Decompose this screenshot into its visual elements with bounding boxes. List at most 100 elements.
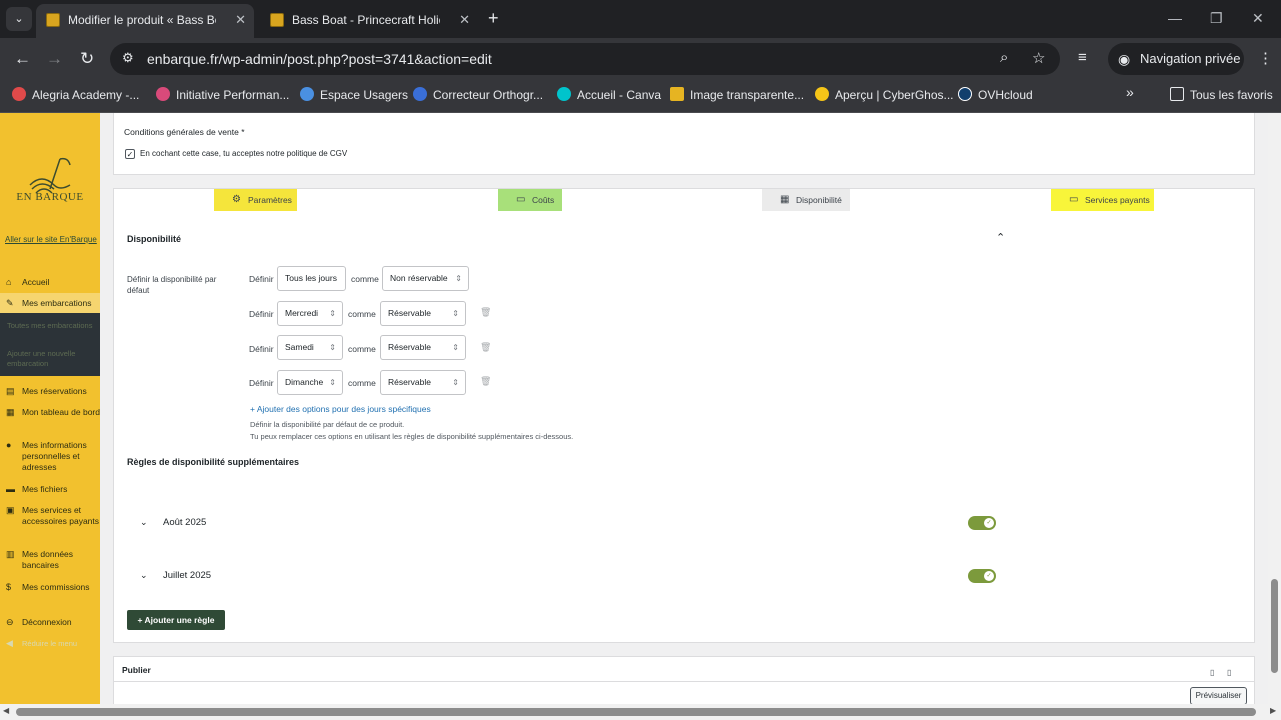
- bookmark-alegria[interactable]: Alegria Academy -...: [12, 87, 139, 102]
- menu-item-tableau-de-bord[interactable]: ▦ Mon tableau de bord: [6, 407, 100, 418]
- day-select[interactable]: Mercredi ⇕: [277, 301, 343, 326]
- close-tab-icon[interactable]: ✕: [459, 4, 470, 36]
- bookmark-correcteur[interactable]: Correcteur Orthogr...: [413, 87, 543, 102]
- menu-item-donnees-bancaires[interactable]: ▥ Mes données bancaires: [6, 549, 100, 571]
- restore-icon[interactable]: ❐: [1210, 10, 1223, 27]
- scroll-right-icon[interactable]: ▶: [1270, 706, 1276, 715]
- status-select[interactable]: Réservable ⇕: [380, 301, 466, 326]
- all-bookmarks-button[interactable]: Tous les favoris: [1170, 87, 1273, 102]
- day-select[interactable]: Samedi ⇕: [277, 335, 343, 360]
- menu-item-informations[interactable]: ● Mes informations personnelles et adress…: [6, 440, 100, 473]
- bookmark-ovhcloud[interactable]: OVHcloud: [958, 87, 1033, 102]
- visit-site-link[interactable]: Aller sur le site En'Barque: [5, 235, 97, 244]
- more-bookmarks-icon[interactable]: »: [1126, 84, 1134, 100]
- tab-title: Bass Boat - Princecraft Holiday: [292, 13, 440, 27]
- product-data-panel: ⚙ Paramètres ▭ Coûts ▦ Disponibilité ▭ Servi…: [113, 188, 1255, 643]
- rule-row-aout[interactable]: ⌄ Août 2025: [140, 517, 206, 528]
- cgv-panel: Conditions générales de vente * ✓ En coc…: [113, 113, 1255, 175]
- vertical-scrollbar[interactable]: [1268, 113, 1281, 704]
- select-arrows-icon: ⇕: [452, 309, 459, 318]
- chevron-down-icon[interactable]: ⌄: [140, 570, 148, 581]
- bookmark-espace-usagers[interactable]: Espace Usagers: [300, 87, 408, 102]
- menu-item-commissions[interactable]: $ Mes commissions: [6, 582, 100, 593]
- rule-row-juillet[interactable]: ⌄ Juillet 2025: [140, 570, 211, 581]
- tab-edit-product[interactable]: Modifier le produit « Bass Boat ✕: [36, 4, 254, 38]
- money-icon: ▭: [516, 194, 526, 205]
- browser-toolbar: ← → ↻ ⚙ enbarque.fr/wp-admin/post.php?po…: [0, 38, 1281, 80]
- address-bar[interactable]: ⚙ enbarque.fr/wp-admin/post.php?post=374…: [110, 43, 1060, 75]
- menu-item-services[interactable]: ▣ Mes services et accessoires payants: [6, 505, 100, 527]
- dollar-icon: $: [6, 582, 12, 592]
- private-mode-button[interactable]: ◉ Navigation privée: [1108, 43, 1244, 75]
- menu-item-mes-embarcations[interactable]: ✎ Mes embarcations: [0, 293, 100, 313]
- incognito-icon: ◉: [1118, 51, 1131, 67]
- minimize-icon[interactable]: —: [1168, 10, 1182, 26]
- window-icon: ▭: [1069, 194, 1079, 205]
- site-info-icon[interactable]: ⚙: [122, 50, 134, 66]
- status-select[interactable]: Réservable ⇕: [380, 335, 466, 360]
- tab-search-button[interactable]: ⌄: [6, 7, 32, 31]
- move-up-icon[interactable]: ▯: [1210, 668, 1214, 677]
- browser-tab-bar: ⌄ Modifier le produit « Bass Boat ✕ Bass…: [0, 0, 1281, 38]
- browser-menu-icon[interactable]: ⋮: [1258, 49, 1273, 67]
- delete-row-icon[interactable]: 🗑: [480, 342, 491, 353]
- back-icon[interactable]: ←: [14, 49, 31, 69]
- forward-icon[interactable]: →: [46, 49, 63, 69]
- day-select[interactable]: Dimanche ⇕: [277, 370, 343, 395]
- vertical-scroll-thumb[interactable]: [1271, 579, 1278, 673]
- scroll-left-icon[interactable]: ◀: [3, 706, 9, 715]
- menu-item-fichiers[interactable]: ▬ Mes fichiers: [6, 484, 100, 495]
- menu-item-reservations[interactable]: ▤ Mes réservations: [6, 386, 100, 397]
- tab-services-payants[interactable]: ▭ Services payants: [1051, 189, 1154, 211]
- publish-title: Publier: [122, 665, 151, 675]
- menu-item-accueil[interactable]: ⌂ Accueil: [6, 277, 100, 288]
- folder-icon: [1170, 87, 1184, 101]
- day-select[interactable]: Tous les jours: [277, 266, 346, 291]
- bookmark-canva[interactable]: Accueil - Canva: [557, 87, 661, 102]
- tab-disponibilite[interactable]: ▦ Disponibilité: [762, 189, 850, 211]
- tab-bass-boat[interactable]: Bass Boat - Princecraft Holiday ✕: [260, 4, 478, 38]
- collapse-section-icon[interactable]: ⌃: [996, 231, 1005, 244]
- close-window-icon[interactable]: ✕: [1252, 10, 1264, 27]
- bookmark-initiative[interactable]: Initiative Performan...: [156, 87, 289, 102]
- wordpress-favicon-icon: [270, 13, 284, 27]
- delete-row-icon[interactable]: 🗑: [480, 376, 491, 387]
- submenu-all-boats[interactable]: Toutes mes embarcations: [7, 321, 97, 331]
- move-down-icon[interactable]: ▯: [1227, 668, 1231, 677]
- select-arrows-icon: ⇕: [452, 378, 459, 387]
- horizontal-scroll-thumb[interactable]: [16, 708, 1256, 716]
- add-day-options-link[interactable]: + Ajouter des options pour des jours spé…: [250, 404, 431, 414]
- define-label: Définir: [249, 378, 274, 388]
- status-select[interactable]: Non réservable ⇕: [382, 266, 469, 291]
- calendar-icon: ▦: [780, 194, 790, 205]
- reload-icon[interactable]: ↻: [80, 49, 94, 69]
- menu-item-deconnexion[interactable]: ⊖ Déconnexion: [6, 617, 100, 628]
- alegria-icon: [12, 87, 26, 101]
- preview-button[interactable]: Prévisualiser: [1190, 687, 1247, 705]
- media-icon[interactable]: ≡: [1078, 49, 1087, 66]
- rule-toggle-aout[interactable]: ✓: [968, 516, 996, 530]
- submenu-add-boat[interactable]: Ajouter une nouvelle embarcation: [7, 349, 97, 369]
- chevron-down-icon[interactable]: ⌄: [140, 517, 148, 528]
- rule-toggle-juillet[interactable]: ✓: [968, 569, 996, 583]
- close-tab-icon[interactable]: ✕: [235, 4, 246, 36]
- select-arrows-icon: ⇕: [455, 274, 462, 283]
- menu-item-collapse[interactable]: ◀ Réduire le menu: [6, 638, 100, 649]
- cgv-checkbox[interactable]: ✓: [125, 149, 135, 159]
- cgv-checkbox-label: En cochant cette case, tu acceptes notre…: [140, 149, 348, 158]
- horizontal-scrollbar[interactable]: ◀ ▶: [0, 704, 1281, 720]
- add-rule-button[interactable]: + Ajouter une règle: [127, 610, 225, 630]
- bookmark-image-transparente[interactable]: Image transparente...: [670, 87, 804, 102]
- tab-couts[interactable]: ▭ Coûts: [498, 189, 562, 211]
- tab-parametres[interactable]: ⚙ Paramètres: [214, 189, 297, 211]
- bookmark-cyberghost[interactable]: Aperçu | CyberGhos...: [815, 87, 954, 102]
- delete-row-icon[interactable]: 🗑: [480, 307, 491, 318]
- private-label: Navigation privée: [1140, 51, 1241, 66]
- new-tab-button[interactable]: +: [488, 8, 499, 29]
- status-select[interactable]: Réservable ⇕: [380, 370, 466, 395]
- gear-icon: ⚙: [232, 194, 241, 205]
- logout-icon: ⊖: [6, 617, 14, 627]
- url-text[interactable]: enbarque.fr/wp-admin/post.php?post=3741&…: [147, 51, 492, 67]
- search-icon[interactable]: ⌕: [1000, 49, 1008, 66]
- bookmark-star-icon[interactable]: ☆: [1032, 49, 1045, 67]
